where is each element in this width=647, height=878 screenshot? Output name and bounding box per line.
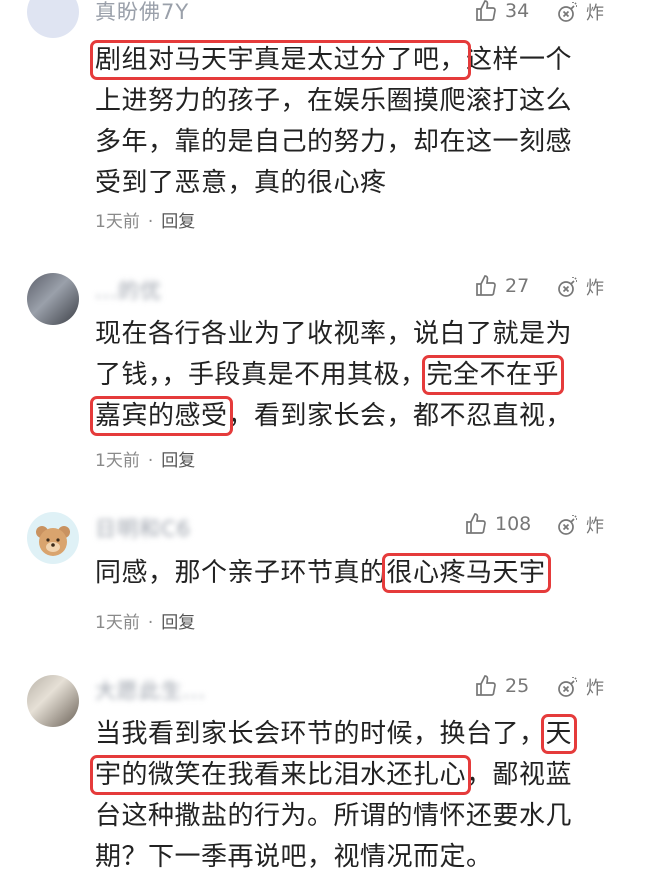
comment-text: 现在各行各业为了收视率，说白了就是为 了钱，，手段真是不用其极，完全不在乎 嘉宾… [90,314,615,437]
text-segment: 台这种撒盐的行为。所谓的情怀还要水几 [95,801,573,831]
thumbs-up-icon [476,675,496,696]
thumbs-up-icon [476,0,496,21]
highlight-box: 宇的微笑在我看来比泪水还扎心 [89,755,472,795]
text-segment: 上进努力的孩子，在娱乐圈摸爬滚打这么 [95,86,573,116]
bomb-label: 炸 [586,3,604,24]
username[interactable]: 大愿此生... [95,675,206,705]
like-button[interactable]: 27 [474,274,529,298]
reply-button[interactable]: 回复 [161,451,195,471]
bomb-icon [558,277,577,297]
avatar[interactable] [27,512,79,564]
username[interactable]: 真盼佛7Y [95,0,189,26]
comment-text: 同感，那个亲子环节真的很心疼马天宇 [95,553,615,594]
highlight-box: 嘉宾的感受 [90,396,233,436]
bomb-icon [558,677,577,697]
bomb-label: 炸 [586,516,604,537]
bomb-label: 炸 [586,278,604,299]
like-button[interactable]: 25 [474,674,529,698]
text-segment: 现在各行各业为了收视率，说白了就是为 [95,319,573,349]
text-segment: 受到了恶意，真的很心疼 [95,168,387,198]
highlight-box: 很心疼马天宇 [381,553,551,593]
bear-avatar-icon [36,526,70,556]
thumbs-up-icon [476,275,496,296]
text-segment: ，看到家长会，都不忍直视， [227,401,573,431]
bomb-button[interactable]: 炸 [556,674,604,700]
bomb-button[interactable]: 炸 [556,274,604,300]
reply-button[interactable]: 回复 [161,212,195,232]
avatar[interactable] [27,675,79,727]
separator: · [147,613,154,633]
avatar[interactable] [27,273,79,325]
like-count: 108 [495,513,532,535]
text-segment: 当我看到家长会环节的时候，换台了， [95,719,546,749]
bomb-icon [558,2,577,22]
separator: · [147,451,154,471]
comment-text: 剧组对马天宇真是太过分了吧，这样一个 上进努力的孩子，在娱乐圈摸爬滚打这么 多年… [89,40,615,204]
highlight-box: 完全不在乎 [421,355,565,395]
like-count: 25 [505,675,530,697]
text-segment: ，鄙视蓝 [466,760,573,790]
highlight-box: 剧组对马天宇真是太过分了吧， [89,40,472,80]
bomb-button[interactable]: 炸 [556,0,604,25]
bomb-button[interactable]: 炸 [556,512,604,538]
highlight-box: 天 [540,714,577,754]
comment-meta: 1天前 · 回复 [95,207,195,232]
text-segment: 多年，靠的是自己的努力，却在这一刻感 [95,127,573,157]
text-segment: 这样一个 [466,45,573,75]
username[interactable]: ...的优 [95,275,162,305]
reply-button[interactable]: 回复 [161,613,195,633]
separator: · [147,212,154,232]
comment-text: 当我看到家长会环节的时候，换台了，天 宇的微笑在我看来比泪水还扎心，鄙视蓝 台这… [89,714,615,878]
username[interactable]: 日明和C6 [95,513,191,543]
timestamp: 1天前 [95,613,140,633]
like-button[interactable]: 108 [464,512,531,536]
text-segment: 了钱，，手段真是不用其极， [95,360,427,390]
comment-meta: 1天前 · 回复 [95,608,195,633]
like-count: 27 [505,275,530,297]
text-segment: 同感，那个亲子环节真的 [95,558,387,588]
like-count: 34 [505,0,530,22]
bomb-label: 炸 [586,678,604,699]
thumbs-up-icon [466,513,486,534]
text-segment: 期？下一季再说吧，视情况而定。 [95,842,493,872]
like-button[interactable]: 34 [474,0,529,23]
avatar[interactable] [27,0,79,38]
comment-meta: 1天前 · 回复 [95,446,195,471]
timestamp: 1天前 [95,212,140,232]
bomb-icon [558,515,577,535]
timestamp: 1天前 [95,451,140,471]
